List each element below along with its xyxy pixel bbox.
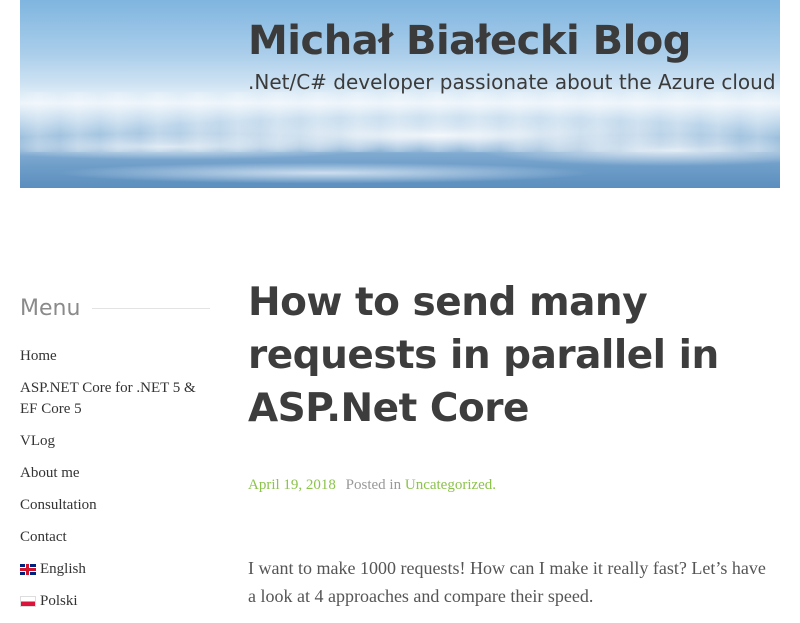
site-title[interactable]: Michał Białecki Blog xyxy=(248,18,691,64)
menu-divider xyxy=(92,307,210,309)
menu-item-label: Polski xyxy=(40,593,78,609)
cloud-image xyxy=(20,92,780,152)
post-date[interactable]: April 19, 2018 xyxy=(248,477,336,493)
menu-item-contact[interactable]: Contact xyxy=(20,527,210,548)
menu-item-consultation[interactable]: Consultation xyxy=(20,495,210,516)
site-tagline: .Net/C# developer passionate about the A… xyxy=(248,70,776,94)
menu-heading: Menu xyxy=(20,295,81,321)
menu-list: Home ASP.NET Core for .NET 5 & EF Core 5… xyxy=(20,346,210,612)
posted-in-label: Posted in xyxy=(345,477,402,493)
post-article: How to send many requests in parallel in… xyxy=(248,276,778,610)
post-excerpt: I want to make 1000 requests! How can I … xyxy=(248,558,766,606)
menu-item-home[interactable]: Home xyxy=(20,346,210,367)
uk-flag-icon xyxy=(20,564,36,575)
menu-item-vlog[interactable]: VLog xyxy=(20,431,210,452)
post-meta: April 19, 2018 Posted in Uncategorized. xyxy=(248,477,778,494)
menu-item-about[interactable]: About me xyxy=(20,463,210,484)
menu-item-english[interactable]: English xyxy=(20,559,210,580)
post-title[interactable]: How to send many requests in parallel in… xyxy=(248,276,778,435)
sidebar: Menu Home ASP.NET Core for .NET 5 & EF C… xyxy=(20,290,210,623)
menu-item-aspnet-core[interactable]: ASP.NET Core for .NET 5 & EF Core 5 xyxy=(20,378,210,420)
pl-flag-icon xyxy=(20,596,36,607)
menu-item-polski[interactable]: Polski xyxy=(20,591,210,612)
menu-heading-row: Menu xyxy=(20,290,210,326)
menu-item-label: English xyxy=(40,561,86,577)
post-category[interactable]: Uncategorized. xyxy=(405,477,496,493)
header-banner: Michał Białecki Blog .Net/C# developer p… xyxy=(20,0,780,188)
